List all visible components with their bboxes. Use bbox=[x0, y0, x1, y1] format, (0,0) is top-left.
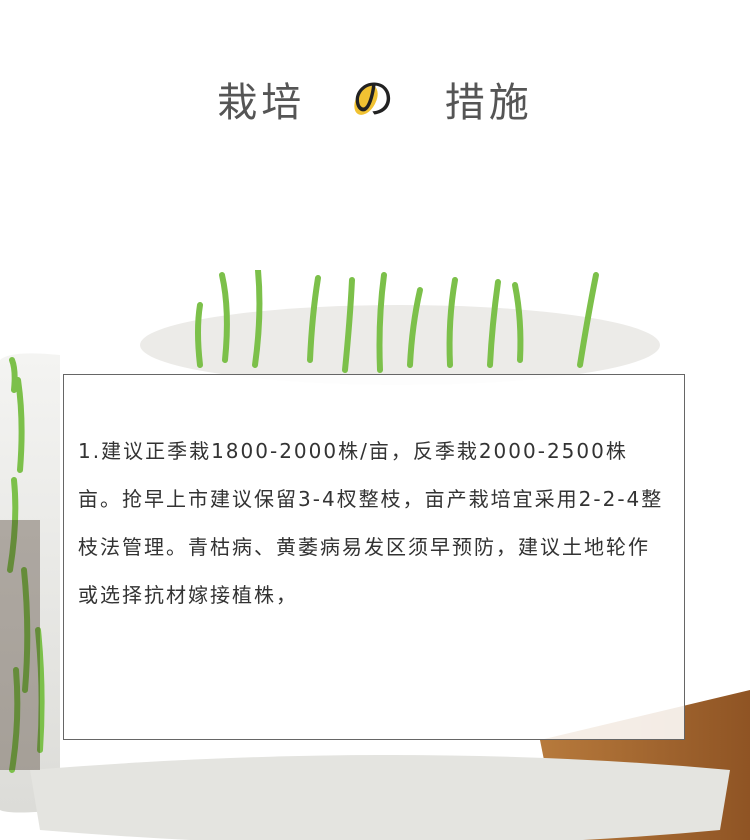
info-card: 1.建议正季栽1800-2000株/亩，反季栽2000-2500株亩。抢早上市建… bbox=[63, 374, 685, 740]
title-right: 措施 bbox=[444, 80, 533, 126]
title-decoration: の bbox=[351, 74, 399, 123]
cultivation-measures-text: 1.建议正季栽1800-2000株/亩，反季栽2000-2500株亩。抢早上市建… bbox=[78, 439, 664, 607]
soil bbox=[0, 520, 40, 770]
front-pot bbox=[30, 755, 730, 840]
title-left: 栽培 bbox=[217, 80, 306, 126]
title-mid: の bbox=[352, 74, 399, 123]
section-title: 栽培 の 措施 bbox=[0, 70, 750, 128]
